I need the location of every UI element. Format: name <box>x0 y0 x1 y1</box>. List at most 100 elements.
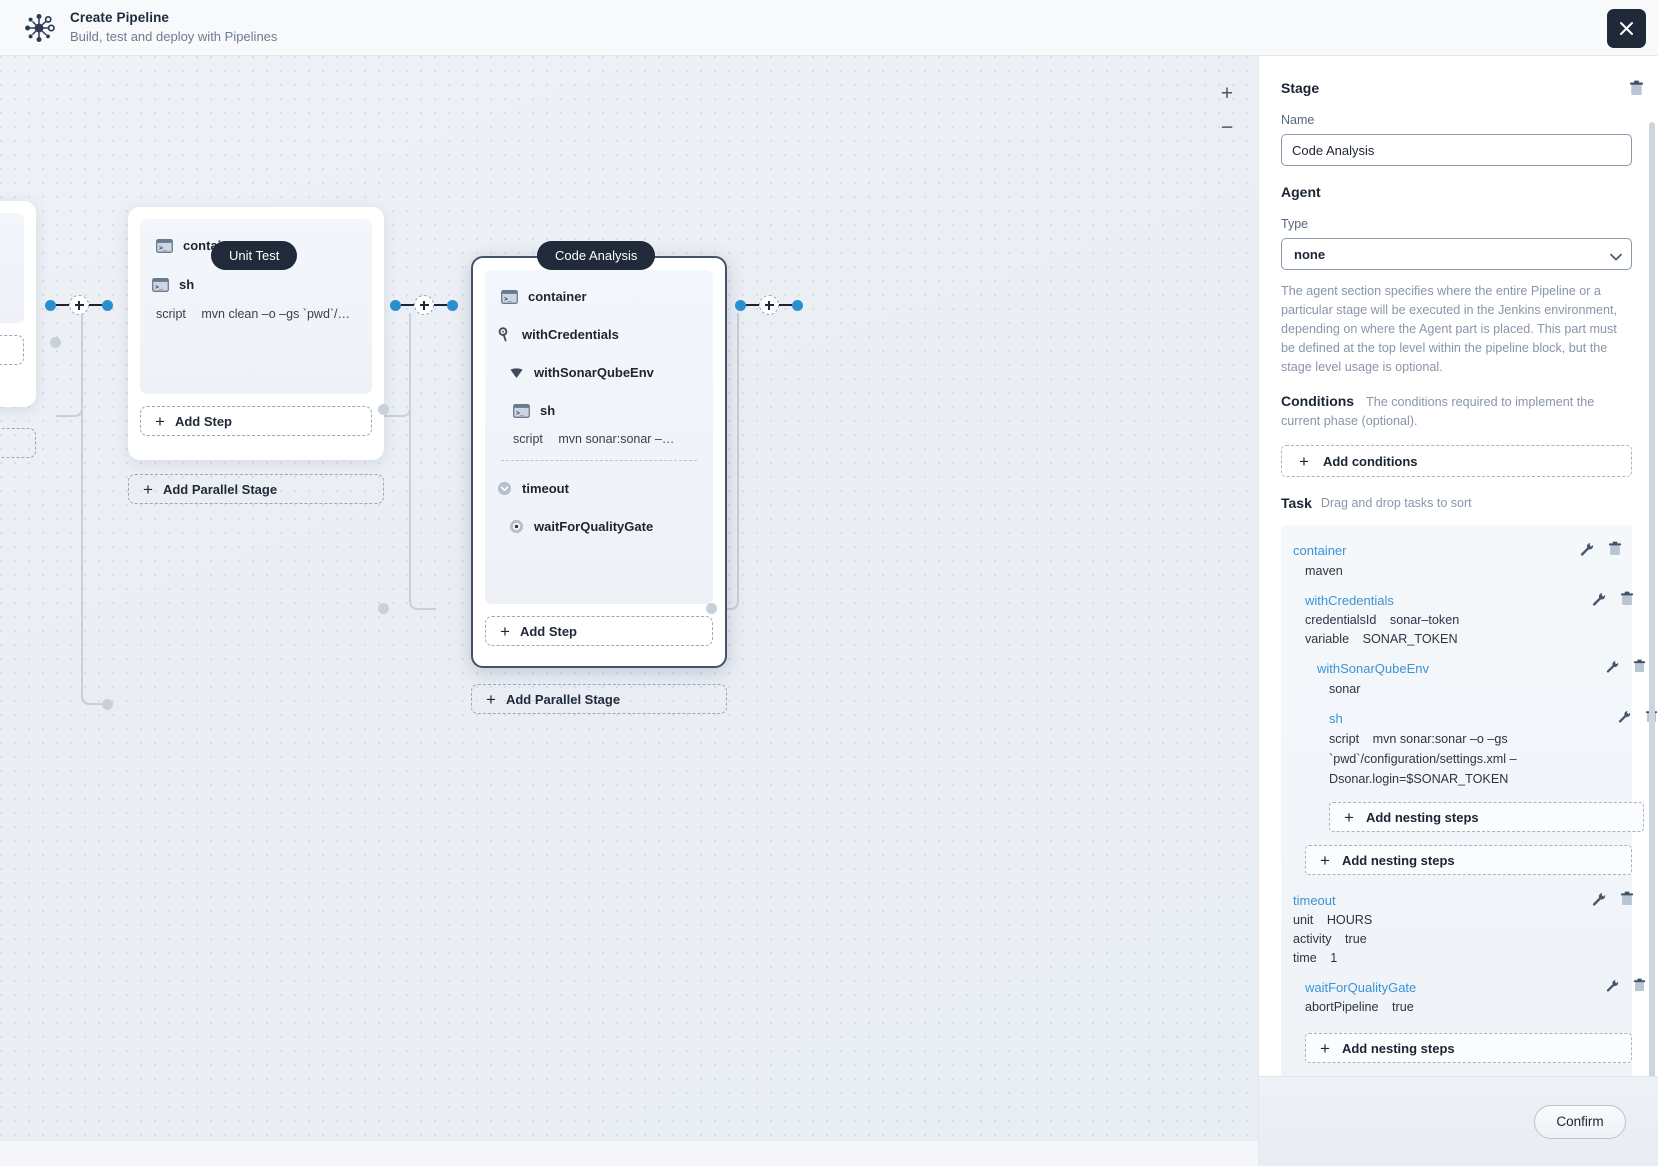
add-conditions-button[interactable]: + Add conditions <box>1281 445 1632 477</box>
add-step-button-unit-test[interactable]: + Add Step <box>140 406 372 436</box>
task-actions <box>1580 541 1622 556</box>
add-step-button-partial[interactable] <box>0 335 24 365</box>
task-node-waitforqualitygate[interactable]: waitForQualityGate abortPipeline true + … <box>1293 974 1646 1063</box>
page-title: Create Pipeline <box>70 10 170 25</box>
task-name[interactable]: container <box>1293 537 1622 561</box>
step-container[interactable]: >_ container <box>485 284 713 309</box>
property-key: credentialsId <box>1305 613 1377 627</box>
task-node-withcredentials[interactable]: withCredentials credentialsId sonar–toke… <box>1293 587 1634 649</box>
task-node-container[interactable]: container maven <box>1293 537 1622 581</box>
step-label: sh <box>179 277 195 292</box>
add-step-button-code-analysis[interactable]: + Add Step <box>485 616 713 646</box>
add-nesting-steps-button-waitforqualitygate[interactable]: + Add nesting steps <box>1305 1033 1632 1063</box>
close-button[interactable] <box>1607 9 1646 48</box>
edit-task-button[interactable] <box>1580 542 1594 556</box>
add-parallel-label: Add Parallel Stage <box>162 481 278 497</box>
task-property: unit HOURS <box>1293 911 1622 930</box>
edit-task-button[interactable] <box>1618 710 1631 723</box>
confirm-button[interactable]: Confirm <box>1534 1104 1626 1139</box>
task-name[interactable]: timeout <box>1293 887 1622 911</box>
panel-section-conditions: Conditions The conditions required to im… <box>1281 393 1632 431</box>
property-value: HOURS <box>1326 913 1373 927</box>
panel-section-stage: Stage <box>1281 80 1320 96</box>
edit-task-button[interactable] <box>1592 892 1606 906</box>
delete-task-button[interactable] <box>1620 891 1634 906</box>
step-withsonarqubeenv[interactable]: withSonarQubeEnv <box>485 347 713 385</box>
stage-config-panel: Stage Name Agent Type none <box>1258 56 1658 1166</box>
add-nesting-steps-button-sh[interactable]: + Add nesting steps <box>1329 802 1644 832</box>
task-actions <box>1592 891 1634 906</box>
plus-icon: + <box>1320 1038 1330 1058</box>
property-value: SONAR_TOKEN <box>1362 632 1458 646</box>
edit-task-button[interactable] <box>1606 660 1619 673</box>
delete-task-button[interactable] <box>1633 978 1646 992</box>
agent-type-select[interactable]: none <box>1281 238 1632 270</box>
edit-task-button[interactable] <box>1592 592 1606 606</box>
delete-task-button[interactable] <box>1633 659 1646 673</box>
add-nesting-label: Add nesting steps <box>1341 852 1455 868</box>
delete-task-button[interactable] <box>1620 591 1634 606</box>
stage-label-code-analysis[interactable]: Code Analysis <box>537 241 656 270</box>
step-timeout[interactable]: timeout <box>485 465 713 501</box>
step-label: withSonarQubeEnv <box>534 365 654 380</box>
task-title: Task <box>1281 495 1312 511</box>
stage-name-input[interactable] <box>1281 134 1632 166</box>
panel-scrollbar[interactable] <box>1649 122 1655 1076</box>
add-stage-plus-icon[interactable] <box>69 295 89 315</box>
panel-scroll-area[interactable]: Stage Name Agent Type none <box>1259 56 1658 1076</box>
add-parallel-stage-unit-test[interactable]: + Add Parallel Stage <box>128 474 384 504</box>
delete-stage-button[interactable] <box>1629 80 1644 101</box>
task-node-withsonarqubeenv[interactable]: withSonarQubeEnv sonar <box>1293 655 1646 699</box>
key-icon <box>497 327 512 342</box>
task-name[interactable]: waitForQualityGate <box>1305 974 1622 998</box>
connector-dot <box>447 299 458 311</box>
add-nesting-steps-button-level1[interactable]: + Add nesting steps <box>1305 845 1632 875</box>
add-parallel-stage-code-analysis[interactable]: + Add Parallel Stage <box>471 684 727 714</box>
pipeline-canvas[interactable]: + − Unit Test >_ container >_ sh script … <box>0 56 1258 1166</box>
step-label: timeout <box>522 481 569 496</box>
step-waitforqualitygate[interactable]: waitForQualityGate <box>485 501 713 539</box>
task-node-sh[interactable]: sh script mvn sonar:sonar –o –gs `pwd`/c… <box>1293 705 1658 832</box>
delete-task-button[interactable] <box>1608 541 1622 556</box>
task-name[interactable]: withCredentials <box>1305 587 1622 611</box>
stage-card-code-analysis[interactable]: >_ container withCredentials withSonarQu… <box>471 256 727 668</box>
name-field-label: Name <box>1281 113 1315 127</box>
plus-icon: + <box>155 411 165 431</box>
step-label: sh <box>540 403 556 418</box>
svg-text:>_: >_ <box>504 296 512 303</box>
connector-dot <box>792 299 803 311</box>
add-stage-plus-icon[interactable] <box>414 295 434 315</box>
property-value: mvn sonar:sonar –… <box>558 432 675 446</box>
add-step-label: Add Step <box>174 413 232 429</box>
task-name[interactable]: sh <box>1329 705 1622 729</box>
page-subtitle: Build, test and deploy with Pipelines <box>70 29 278 44</box>
task-tree[interactable]: container maven withCredentials credenti… <box>1281 525 1658 1076</box>
connector-anchor-dot <box>378 404 389 415</box>
zoom-in-button[interactable]: + <box>1212 76 1242 110</box>
stage-card-partial[interactable] <box>0 201 36 407</box>
task-node-timeout[interactable]: timeout unit HOURS activity true time 1 <box>1293 887 1634 968</box>
zoom-controls: + − <box>1210 76 1244 144</box>
conditions-title: Conditions <box>1281 393 1355 409</box>
task-hint: Drag and drop tasks to sort <box>1320 496 1472 510</box>
connector-add-stage-2[interactable] <box>390 295 458 315</box>
zoom-out-button[interactable]: − <box>1212 110 1242 144</box>
stage-label-unit-test[interactable]: Unit Test <box>211 241 298 270</box>
add-nesting-label: Add nesting steps <box>1365 809 1479 825</box>
property-value: true <box>1392 1000 1414 1014</box>
connector-add-stage-1[interactable] <box>45 295 113 315</box>
edit-task-button[interactable] <box>1606 979 1619 992</box>
panel-footer: Confirm <box>1259 1076 1658 1166</box>
plus-icon: + <box>500 621 510 641</box>
connector-add-stage-3[interactable] <box>735 295 803 315</box>
task-name[interactable]: withSonarQubeEnv <box>1317 655 1622 679</box>
step-sh[interactable]: >_ sh <box>485 385 713 423</box>
property-key: variable <box>1305 632 1350 646</box>
step-withcredentials[interactable]: withCredentials <box>485 309 713 347</box>
task-node-nesting-level-1[interactable]: + Add nesting steps <box>1293 845 1632 875</box>
property-value: 1 <box>1330 951 1338 965</box>
add-parallel-stage-partial[interactable] <box>0 428 36 458</box>
terminal-icon: >_ <box>156 238 173 253</box>
trash-icon <box>1629 80 1644 100</box>
add-stage-plus-icon[interactable] <box>759 295 779 315</box>
